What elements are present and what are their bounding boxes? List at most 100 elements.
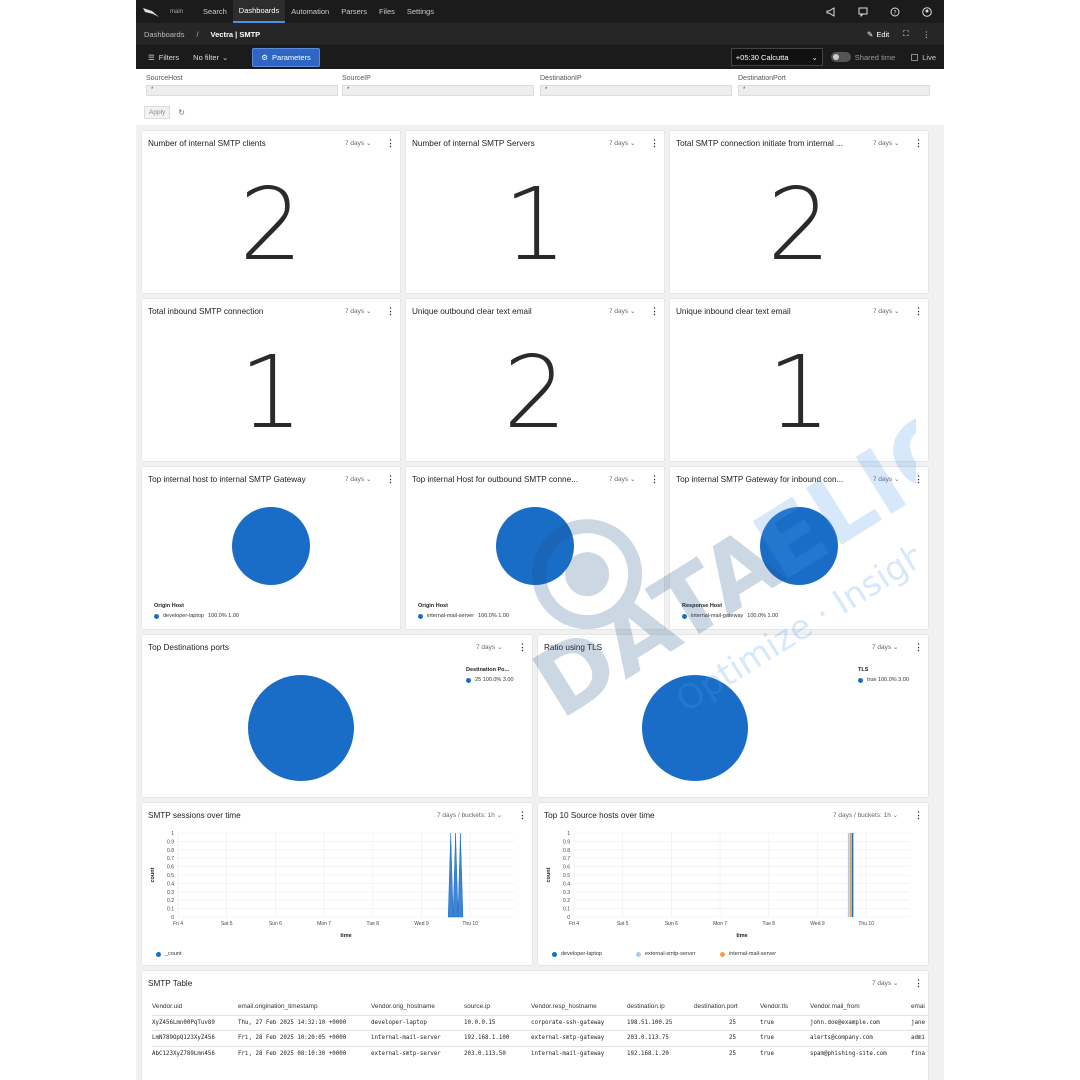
column-header[interactable]: Vendor.tls (760, 1003, 810, 1010)
legend-item[interactable]: _count (156, 951, 182, 957)
time-range-dropdown[interactable]: 7 days / buckets: 1h ⌄ (833, 811, 898, 819)
legend-item[interactable]: internal-mail-gateway 100.0% 1.00 (682, 613, 778, 619)
widget-menu-icon[interactable]: ⋮ (386, 306, 395, 317)
y-tick-label: 0.8 (563, 848, 570, 854)
column-header[interactable]: Vendor.mail_from (810, 1003, 911, 1010)
column-header[interactable]: Vendor.orig_hostname (371, 1003, 464, 1010)
widget-title: Top Destinations ports (148, 643, 230, 652)
source-hosts-chart[interactable]: 00.10.20.30.40.50.60.70.80.91Fri 4 Sat 5S… (538, 829, 928, 945)
fullscreen-icon[interactable]: ⛶ (903, 29, 908, 39)
nav-dashboards[interactable]: Dashboards (232, 0, 286, 23)
table-cell: spam@phishing-site.com (810, 1050, 887, 1057)
live-checkbox[interactable]: Live (911, 53, 936, 62)
widget-menu-icon[interactable]: ⋮ (650, 138, 659, 149)
legend-item[interactable]: internal-mail-server 100.0% 1.00 (418, 613, 509, 619)
help-icon[interactable]: ? (890, 7, 900, 17)
pie-slice[interactable] (496, 507, 574, 585)
shared-time-toggle[interactable] (830, 52, 851, 62)
column-header[interactable]: email.origination_timestamp (238, 1003, 371, 1010)
widget-menu-icon[interactable]: ⋮ (914, 138, 923, 149)
legend-title: Destination Po... (466, 667, 510, 673)
widget-menu-icon[interactable]: ⋮ (914, 474, 923, 485)
param-input[interactable]: * (146, 85, 338, 96)
legend-item[interactable]: internal-mail-server (720, 951, 776, 957)
pie-slice[interactable] (760, 507, 838, 585)
legend-item[interactable]: developer-laptop 100.0% 1.00 (154, 613, 239, 619)
time-range-dropdown[interactable]: 7 days ⌄ (873, 307, 899, 315)
legend-item[interactable]: 25 100.0% 3.00 (466, 677, 514, 683)
widget-menu-icon[interactable]: ⋮ (518, 810, 527, 821)
pie-slice[interactable] (642, 675, 748, 781)
parameters-button[interactable]: ⚙ Parameters (252, 47, 320, 67)
param-input[interactable]: * (738, 85, 930, 96)
time-range-dropdown[interactable]: 7 days ⌄ (609, 139, 635, 147)
more-menu-icon[interactable]: ⋮ (923, 30, 931, 39)
widget-menu-icon[interactable]: ⋮ (914, 810, 923, 821)
table-cell: Fri, 28 Feb 2025 08:10:30 +0000 (238, 1050, 347, 1057)
column-header[interactable]: source.ip (464, 1003, 531, 1010)
pie-slice[interactable] (232, 507, 310, 585)
time-range-dropdown[interactable]: 7 days ⌄ (873, 139, 899, 147)
nav-search[interactable]: Search (197, 0, 233, 23)
time-range-dropdown[interactable]: 7 days ⌄ (872, 979, 898, 987)
user-avatar-icon[interactable] (922, 6, 932, 17)
sessions-chart[interactable]: 00.10.20.30.40.50.60.70.80.91Fri 4 Sat 5S… (142, 829, 532, 945)
widget-menu-icon[interactable]: ⋮ (914, 642, 923, 653)
time-range-dropdown[interactable]: 7 days ⌄ (476, 643, 502, 651)
widget-menu-icon[interactable]: ⋮ (386, 474, 395, 485)
widget-ratio-tls: Ratio using TLS 7 days ⌄ ⋮ TLS true 100.… (538, 635, 928, 797)
chat-icon[interactable] (858, 7, 868, 17)
widget-menu-icon[interactable]: ⋮ (914, 978, 923, 989)
time-range-dropdown[interactable]: 7 days ⌄ (609, 475, 635, 483)
legend-item[interactable]: external-smtp-server (636, 951, 695, 957)
megaphone-icon[interactable] (826, 6, 836, 17)
time-range-dropdown[interactable]: 7 days ⌄ (345, 475, 371, 483)
widget-menu-icon[interactable]: ⋮ (650, 306, 659, 317)
nav-files[interactable]: Files (373, 0, 401, 23)
widget-title: SMTP sessions over time (148, 811, 241, 820)
widget-title: Unique inbound clear text email (676, 307, 791, 316)
column-header[interactable]: destination.port (694, 1003, 760, 1010)
refresh-icon[interactable]: ↻ (178, 108, 185, 117)
nav-settings[interactable]: Settings (401, 0, 440, 23)
column-header[interactable]: emai (911, 1003, 928, 1010)
table-row[interactable]: XyZ456Lmn00PqTuv89 Thu, 27 Feb 2025 14:32… (152, 1014, 928, 1031)
time-range-dropdown[interactable]: 7 days ⌄ (873, 475, 899, 483)
column-header[interactable]: destination.ip (627, 1003, 694, 1010)
timezone-select[interactable]: +05:30 Calcutta ⌄ (730, 48, 823, 66)
breadcrumb-dashboards[interactable]: Dashboards (144, 30, 184, 39)
param-input[interactable]: * (540, 85, 732, 96)
no-filter-dropdown[interactable]: No filter ⌄ (193, 53, 228, 62)
y-tick-label: 0.9 (563, 839, 570, 845)
table-cell: Thu, 27 Feb 2025 14:32:10 +0000 (238, 1019, 347, 1026)
time-range-dropdown[interactable]: 7 days ⌄ (609, 307, 635, 315)
time-range-dropdown[interactable]: 7 days ⌄ (345, 139, 371, 147)
apply-button[interactable]: Apply (144, 106, 171, 119)
widget-title: Top internal Host for outbound SMTP conn… (412, 475, 578, 484)
filters-button[interactable]: ☰ Filters (148, 53, 179, 62)
pie-slice[interactable] (248, 675, 354, 781)
org-name[interactable]: main (170, 9, 183, 15)
table-row[interactable]: LmN789OpQ123XyZ456 Fri, 28 Feb 2025 10:20… (152, 1030, 928, 1046)
nav-automation[interactable]: Automation (285, 0, 335, 23)
legend-item[interactable]: true 100.0% 3.00 (858, 677, 909, 683)
column-header[interactable]: Vendor.resp_hostname (531, 1003, 627, 1010)
time-range-dropdown[interactable]: 7 days ⌄ (872, 643, 898, 651)
table-row[interactable]: AbC123XyZ789Lmn456 Fri, 28 Feb 2025 08:10… (152, 1045, 928, 1062)
falcon-logo-icon[interactable] (136, 0, 166, 23)
column-header[interactable]: Vendor.uid (152, 1003, 238, 1010)
widget-menu-icon[interactable]: ⋮ (386, 138, 395, 149)
widget-menu-icon[interactable]: ⋮ (914, 306, 923, 317)
nav-parsers[interactable]: Parsers (335, 0, 373, 23)
widget-menu-icon[interactable]: ⋮ (650, 474, 659, 485)
time-range-dropdown[interactable]: 7 days ⌄ (345, 307, 371, 315)
table-header: Vendor.uid email.origination_timestamp Ven… (152, 999, 928, 1015)
widget-title: Top 10 Source hosts over time (544, 811, 655, 820)
time-range-dropdown[interactable]: 7 days / buckets: 1h ⌄ (437, 811, 502, 819)
param-input[interactable]: * (342, 85, 534, 96)
widget-menu-icon[interactable]: ⋮ (518, 642, 527, 653)
edit-button[interactable]: ✎ Edit (867, 30, 889, 39)
widget-top-source-hosts-over-time: Top 10 Source hosts over time 7 days / b… (538, 803, 928, 965)
legend-item[interactable]: developer-laptop (552, 951, 602, 957)
breadcrumb-separator: / (196, 29, 199, 39)
